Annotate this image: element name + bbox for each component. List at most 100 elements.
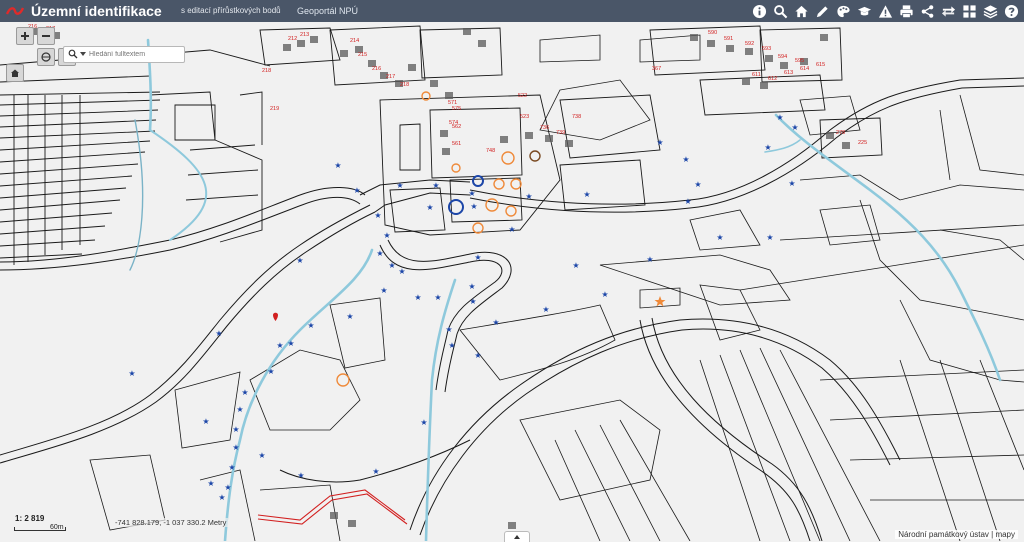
warning-button[interactable]	[875, 0, 896, 22]
minus-icon	[42, 35, 50, 37]
warning-icon	[878, 4, 893, 18]
svg-text:★: ★	[376, 249, 383, 258]
svg-text:367: 367	[652, 66, 661, 72]
svg-text:575: 575	[452, 106, 461, 112]
svg-text:★: ★	[468, 282, 475, 291]
search-button[interactable]	[770, 0, 791, 22]
graduation-cap-icon	[857, 6, 872, 15]
geoportal-link[interactable]: Geoportál NPÚ	[297, 4, 358, 18]
svg-text:★: ★	[334, 161, 341, 170]
svg-text:★: ★	[445, 325, 452, 334]
svg-text:★: ★	[764, 143, 771, 152]
svg-text:★: ★	[646, 255, 653, 264]
coordinate-readout: -741 828.179, -1 037 330.2 Metry	[113, 518, 229, 527]
svg-text:★: ★	[297, 471, 304, 480]
svg-text:214: 214	[350, 38, 359, 44]
svg-text:614: 614	[800, 66, 809, 72]
svg-text:★: ★	[307, 321, 314, 330]
swap-button[interactable]	[938, 0, 959, 22]
palette-icon	[837, 5, 850, 17]
app-title: Územní identifikace	[31, 3, 162, 19]
svg-text:215: 215	[358, 52, 367, 58]
svg-text:611: 611	[752, 72, 761, 78]
svg-text:★: ★	[228, 463, 235, 472]
svg-text:218: 218	[262, 68, 271, 74]
svg-text:★: ★	[601, 290, 608, 299]
svg-text:594: 594	[778, 54, 787, 60]
search-icon	[68, 49, 78, 59]
svg-text:★: ★	[766, 233, 773, 242]
svg-text:739: 739	[556, 130, 565, 136]
svg-text:212: 212	[288, 36, 297, 42]
layers-button[interactable]	[980, 0, 1001, 22]
svg-text:★: ★	[207, 479, 214, 488]
svg-text:★: ★	[656, 138, 663, 147]
draw-button[interactable]	[812, 0, 833, 22]
top-bar: Územní identifikace s editací přírůstkov…	[0, 0, 1024, 22]
print-icon	[900, 4, 913, 18]
svg-text:★: ★	[372, 467, 379, 476]
svg-text:218: 218	[400, 82, 409, 88]
home-button[interactable]	[791, 0, 812, 22]
scale-bar-label: 60m	[50, 524, 64, 531]
chevron-down-icon[interactable]	[80, 52, 86, 56]
svg-text:★: ★	[287, 339, 294, 348]
svg-text:590: 590	[708, 30, 717, 36]
cadastral-map: 212213214 215216217 218571574 575562561 …	[0, 22, 1024, 541]
svg-text:★: ★	[542, 305, 549, 314]
svg-text:★: ★	[583, 190, 590, 199]
svg-text:★: ★	[791, 123, 798, 132]
svg-text:522: 522	[518, 93, 527, 99]
home-extent-button[interactable]	[6, 64, 24, 82]
toolbar	[749, 0, 1022, 22]
svg-text:★: ★	[380, 286, 387, 295]
svg-text:216: 216	[372, 66, 381, 72]
svg-text:217: 217	[386, 74, 395, 80]
help-icon	[1004, 4, 1019, 18]
swap-arrows-icon	[941, 5, 956, 17]
svg-text:★: ★	[426, 203, 433, 212]
pencil-icon	[816, 5, 828, 17]
svg-text:★: ★	[492, 318, 499, 327]
svg-text:523: 523	[520, 114, 529, 120]
svg-text:★: ★	[694, 180, 701, 189]
svg-text:595: 595	[795, 58, 804, 64]
svg-text:562: 562	[452, 124, 461, 130]
style-button[interactable]	[833, 0, 854, 22]
svg-text:★: ★	[346, 312, 353, 321]
search-icon	[774, 4, 788, 18]
svg-text:★: ★	[398, 267, 405, 276]
svg-text:★: ★	[296, 256, 303, 265]
grid-button[interactable]	[959, 0, 980, 22]
globe-icon	[41, 52, 51, 62]
education-button[interactable]	[854, 0, 875, 22]
svg-text:★: ★	[128, 369, 135, 378]
help-button[interactable]	[1001, 0, 1022, 22]
svg-text:★: ★	[374, 211, 381, 220]
share-button[interactable]	[917, 0, 938, 22]
attribution: Národní památkový ústav | mapy	[895, 530, 1018, 539]
panel-collapse-handle[interactable]	[504, 531, 530, 542]
home-icon	[11, 69, 19, 77]
svg-text:★: ★	[716, 233, 723, 242]
full-extent-button[interactable]	[37, 48, 55, 66]
zoom-in-button[interactable]	[16, 27, 34, 45]
svg-text:★: ★	[682, 155, 689, 164]
svg-text:736: 736	[540, 125, 549, 131]
svg-text:738: 738	[572, 114, 581, 120]
map-canvas[interactable]: 212 213 214 215 216 217 218 571 574 575 562 561 …	[0, 22, 1024, 541]
svg-text:615: 615	[816, 62, 825, 68]
svg-text:★: ★	[267, 367, 274, 376]
svg-text:★: ★	[276, 341, 283, 350]
svg-text:★: ★	[776, 113, 783, 122]
app-subtitle: s editací přírůstkových bodů	[181, 6, 281, 15]
search-input[interactable]	[89, 48, 181, 60]
info-button[interactable]	[749, 0, 770, 22]
zoom-out-button[interactable]	[37, 27, 55, 45]
svg-text:★: ★	[414, 293, 421, 302]
svg-text:★: ★	[396, 181, 403, 190]
svg-text:★: ★	[215, 329, 222, 338]
svg-text:278: 278	[836, 130, 845, 136]
search-box[interactable]	[63, 46, 185, 63]
print-button[interactable]	[896, 0, 917, 22]
